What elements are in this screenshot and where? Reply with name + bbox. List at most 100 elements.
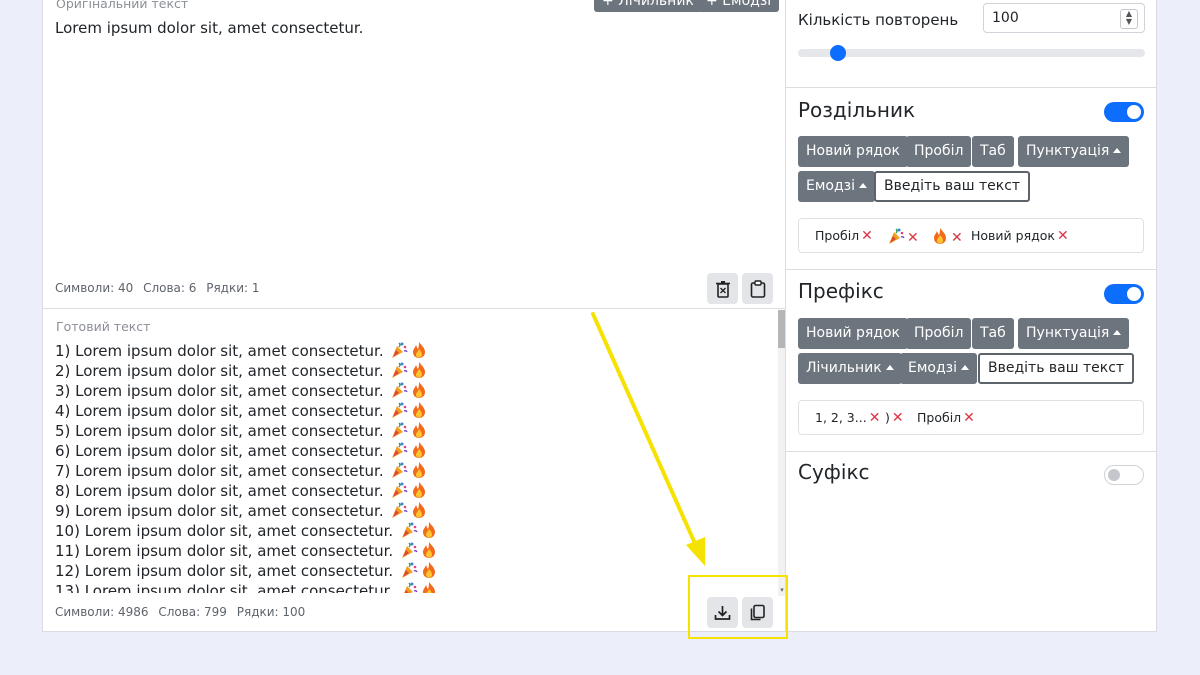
separator-title: Роздільник bbox=[798, 98, 916, 122]
result-line: 12) Lorem ipsum dolor sit, amet consecte… bbox=[55, 561, 775, 581]
prefix-punctuation-button[interactable]: Пунктуація bbox=[1018, 318, 1130, 349]
result-line: 7) Lorem ipsum dolor sit, amet consectet… bbox=[55, 461, 775, 481]
party-popper-icon bbox=[390, 481, 408, 499]
party-popper-icon bbox=[390, 381, 408, 399]
prefix-newline-button[interactable]: Новий рядок bbox=[798, 318, 909, 349]
result-text-output[interactable]: 1) Lorem ipsum dolor sit, amet consectet… bbox=[55, 341, 775, 593]
fire-icon bbox=[420, 521, 438, 539]
party-popper-icon bbox=[400, 561, 418, 579]
prefix-toggle[interactable] bbox=[1104, 284, 1144, 304]
separator-punctuation-button[interactable]: Пунктуація bbox=[1018, 136, 1130, 167]
remove-icon[interactable]: ✕ bbox=[907, 230, 919, 246]
result-line: 13) Lorem ipsum dolor sit, amet consecte… bbox=[55, 581, 775, 593]
separator-space-button[interactable]: Пробіл bbox=[906, 136, 972, 167]
fire-icon bbox=[410, 341, 428, 359]
result-line: 9) Lorem ipsum dolor sit, amet consectet… bbox=[55, 501, 775, 521]
repeat-count-value: 100 bbox=[992, 10, 1019, 26]
result-text-label: Готовий текст bbox=[56, 319, 151, 334]
result-line: 4) Lorem ipsum dolor sit, amet consectet… bbox=[55, 401, 775, 421]
repeat-count-input[interactable]: 100 ▲ ▼ bbox=[983, 3, 1145, 33]
result-words: Слова: 799 bbox=[158, 605, 227, 619]
prefix-tag-space: Пробіл ✕ bbox=[917, 410, 975, 426]
repeat-label: Кількість повторень bbox=[798, 11, 959, 29]
separator-emoji-button[interactable]: Емодзі bbox=[798, 171, 875, 202]
remove-icon[interactable]: ✕ bbox=[963, 410, 975, 426]
separator-tag-space: Пробіл ✕ bbox=[815, 228, 873, 244]
separator-tag-party-popper: ✕ bbox=[881, 227, 923, 246]
caret-up-icon bbox=[859, 183, 867, 188]
fire-icon bbox=[410, 501, 428, 519]
prefix-title: Префікс bbox=[798, 279, 884, 303]
result-line: 8) Lorem ipsum dolor sit, amet consectet… bbox=[55, 481, 775, 501]
party-popper-icon bbox=[390, 461, 408, 479]
repeat-slider-thumb[interactable] bbox=[830, 45, 846, 61]
prefix-counter-button[interactable]: Лічильник bbox=[798, 353, 902, 384]
party-popper-icon bbox=[390, 341, 408, 359]
party-popper-icon bbox=[390, 361, 408, 379]
remove-icon[interactable]: ✕ bbox=[951, 230, 963, 246]
result-line: 3) Lorem ipsum dolor sit, amet consectet… bbox=[55, 381, 775, 401]
prefix-tag-paren: ) ✕ bbox=[885, 410, 904, 426]
prefix-custom-text-button[interactable]: Введіть ваш текст bbox=[978, 353, 1135, 384]
panel-divider bbox=[43, 308, 785, 309]
clipboard-icon bbox=[750, 279, 765, 298]
result-chars: Символи: 4986 bbox=[55, 605, 149, 619]
spinner-icon[interactable]: ▲ ▼ bbox=[1120, 9, 1138, 29]
party-popper-icon bbox=[400, 521, 418, 539]
section-divider-1 bbox=[786, 87, 1156, 88]
insert-counter-button[interactable]: + Лічильник bbox=[594, 0, 702, 12]
remove-icon[interactable]: ✕ bbox=[869, 410, 881, 426]
party-popper-icon bbox=[390, 501, 408, 519]
caret-up-icon bbox=[1113, 148, 1122, 153]
fire-icon bbox=[410, 441, 428, 459]
prefix-tags: 1, 2, 3... ✕ ) ✕ Пробіл ✕ bbox=[798, 400, 1144, 435]
result-line: 11) Lorem ipsum dolor sit, amet consecte… bbox=[55, 541, 775, 561]
remove-icon[interactable]: ✕ bbox=[892, 410, 904, 426]
party-popper-icon bbox=[887, 227, 905, 245]
suffix-title: Суфікс bbox=[798, 460, 870, 484]
prefix-tab-button[interactable]: Таб bbox=[972, 318, 1014, 349]
result-line: 2) Lorem ipsum dolor sit, amet consectet… bbox=[55, 361, 775, 381]
fire-icon bbox=[420, 581, 438, 593]
result-line: 6) Lorem ipsum dolor sit, amet consectet… bbox=[55, 441, 775, 461]
result-line: 1) Lorem ipsum dolor sit, amet consectet… bbox=[55, 341, 775, 361]
repeat-slider-track[interactable] bbox=[798, 49, 1145, 57]
annotation-highlight-box bbox=[688, 575, 788, 639]
separator-tags: Пробіл ✕ ✕ ✕ Новий рядок ✕ bbox=[798, 218, 1144, 253]
clear-button[interactable] bbox=[707, 273, 738, 304]
caret-up-icon bbox=[885, 365, 894, 370]
original-lines: Рядки: 1 bbox=[206, 281, 260, 295]
original-text-input[interactable]: Lorem ipsum dolor sit, amet consectetur. bbox=[55, 18, 363, 38]
caret-up-icon bbox=[1113, 330, 1122, 335]
fire-icon bbox=[420, 541, 438, 559]
remove-icon[interactable]: ✕ bbox=[1057, 228, 1069, 244]
remove-icon[interactable]: ✕ bbox=[861, 228, 873, 244]
prefix-space-button[interactable]: Пробіл bbox=[906, 318, 972, 349]
result-stats: Символи: 4986 Слова: 799 Рядки: 100 bbox=[55, 605, 311, 619]
section-divider-2 bbox=[786, 269, 1156, 270]
party-popper-icon bbox=[390, 421, 408, 439]
original-stats: Символи: 40 Слова: 6 Рядки: 1 bbox=[55, 281, 266, 295]
paste-button[interactable] bbox=[742, 273, 773, 304]
separator-custom-text-button[interactable]: Введіть ваш текст bbox=[874, 171, 1031, 202]
party-popper-icon bbox=[400, 541, 418, 559]
separator-tab-button[interactable]: Таб bbox=[972, 136, 1014, 167]
suffix-toggle[interactable] bbox=[1104, 465, 1144, 485]
fire-icon bbox=[410, 421, 428, 439]
fire-icon bbox=[420, 561, 438, 579]
insert-emoji-button[interactable]: + Емодзі bbox=[698, 0, 780, 12]
prefix-tag-counter: 1, 2, 3... ✕ bbox=[815, 410, 881, 426]
result-lines: Рядки: 100 bbox=[236, 605, 306, 619]
party-popper-icon bbox=[400, 581, 418, 593]
original-text-label: Оригінальний текст bbox=[56, 0, 189, 11]
party-popper-icon bbox=[390, 401, 408, 419]
separator-tag-fire: ✕ bbox=[925, 227, 967, 246]
separator-newline-button[interactable]: Новий рядок bbox=[798, 136, 909, 167]
prefix-emoji-button[interactable]: Емодзі bbox=[900, 353, 977, 384]
fire-icon bbox=[410, 381, 428, 399]
settings-panel: Кількість повторень 100 ▲ ▼ Роздільник Но… bbox=[786, 0, 1156, 631]
separator-toggle[interactable] bbox=[1104, 102, 1144, 122]
fire-icon bbox=[410, 401, 428, 419]
fire-icon bbox=[931, 227, 949, 245]
original-words: Слова: 6 bbox=[143, 281, 197, 295]
